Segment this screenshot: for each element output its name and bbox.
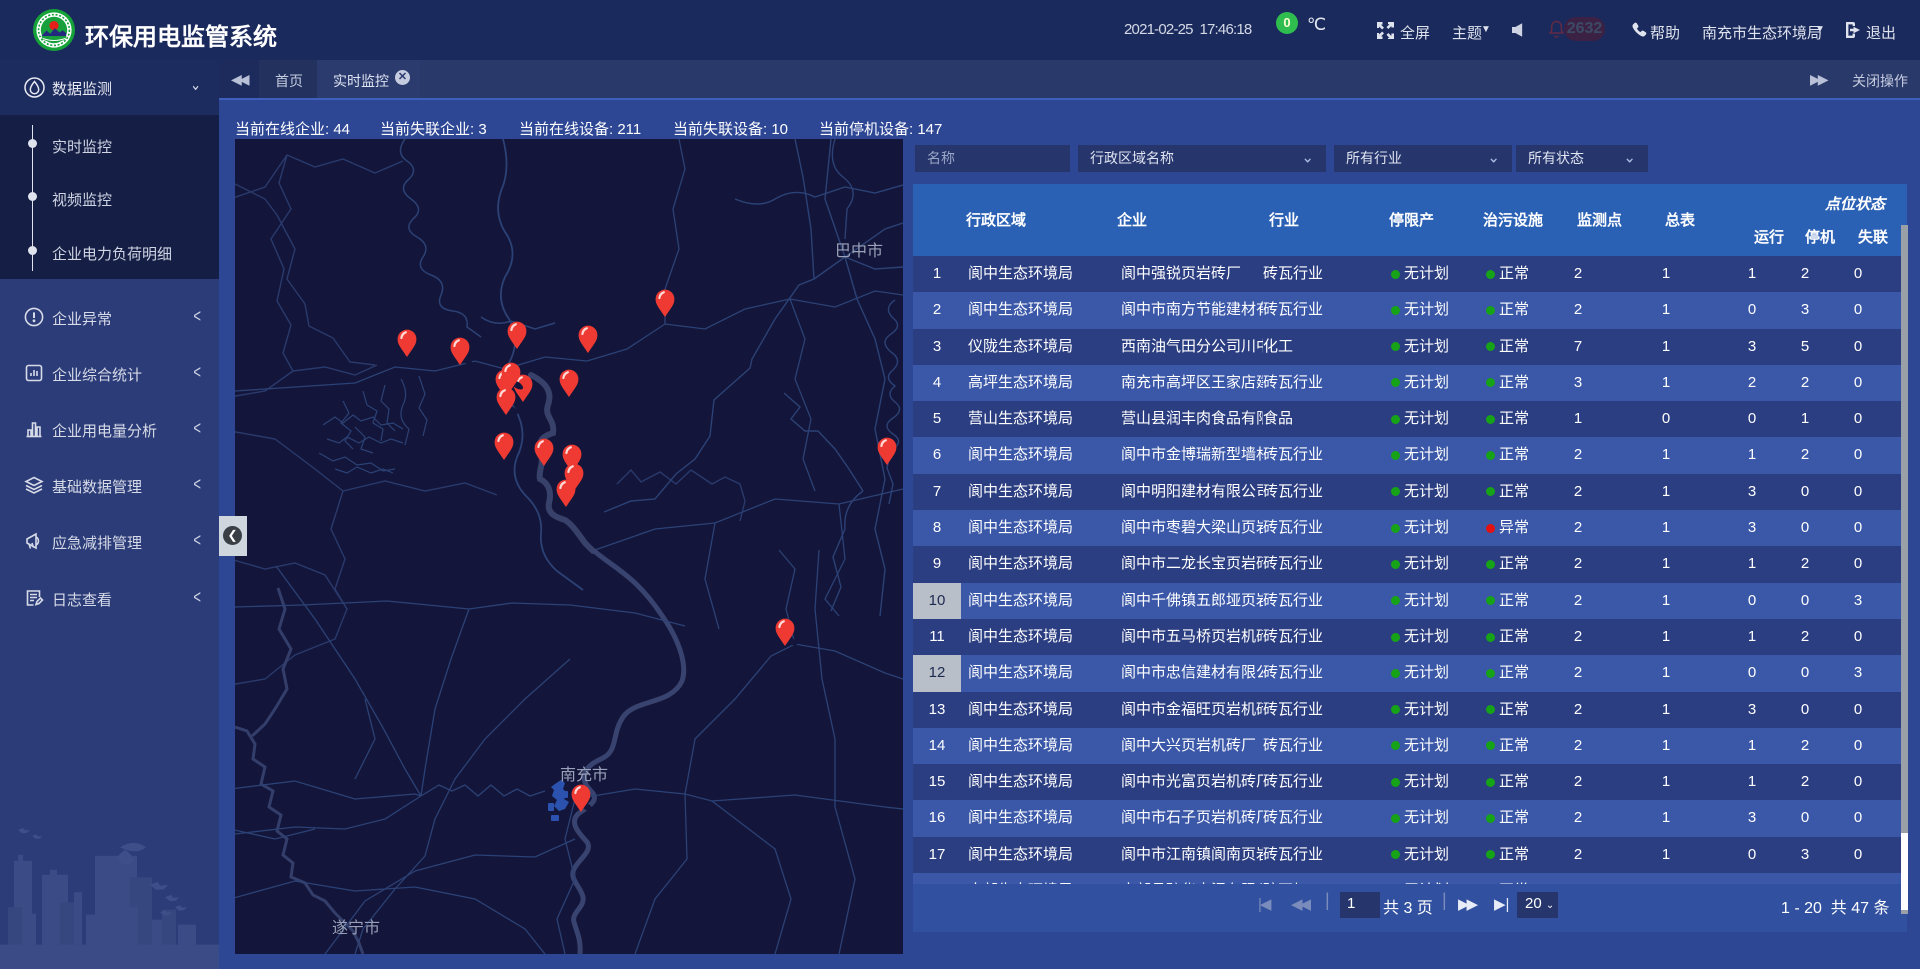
svg-text:南充市: 南充市 (560, 766, 608, 784)
svg-text:巴中市: 巴中市 (835, 242, 883, 260)
svg-text:遂宁市: 遂宁市 (332, 919, 380, 937)
